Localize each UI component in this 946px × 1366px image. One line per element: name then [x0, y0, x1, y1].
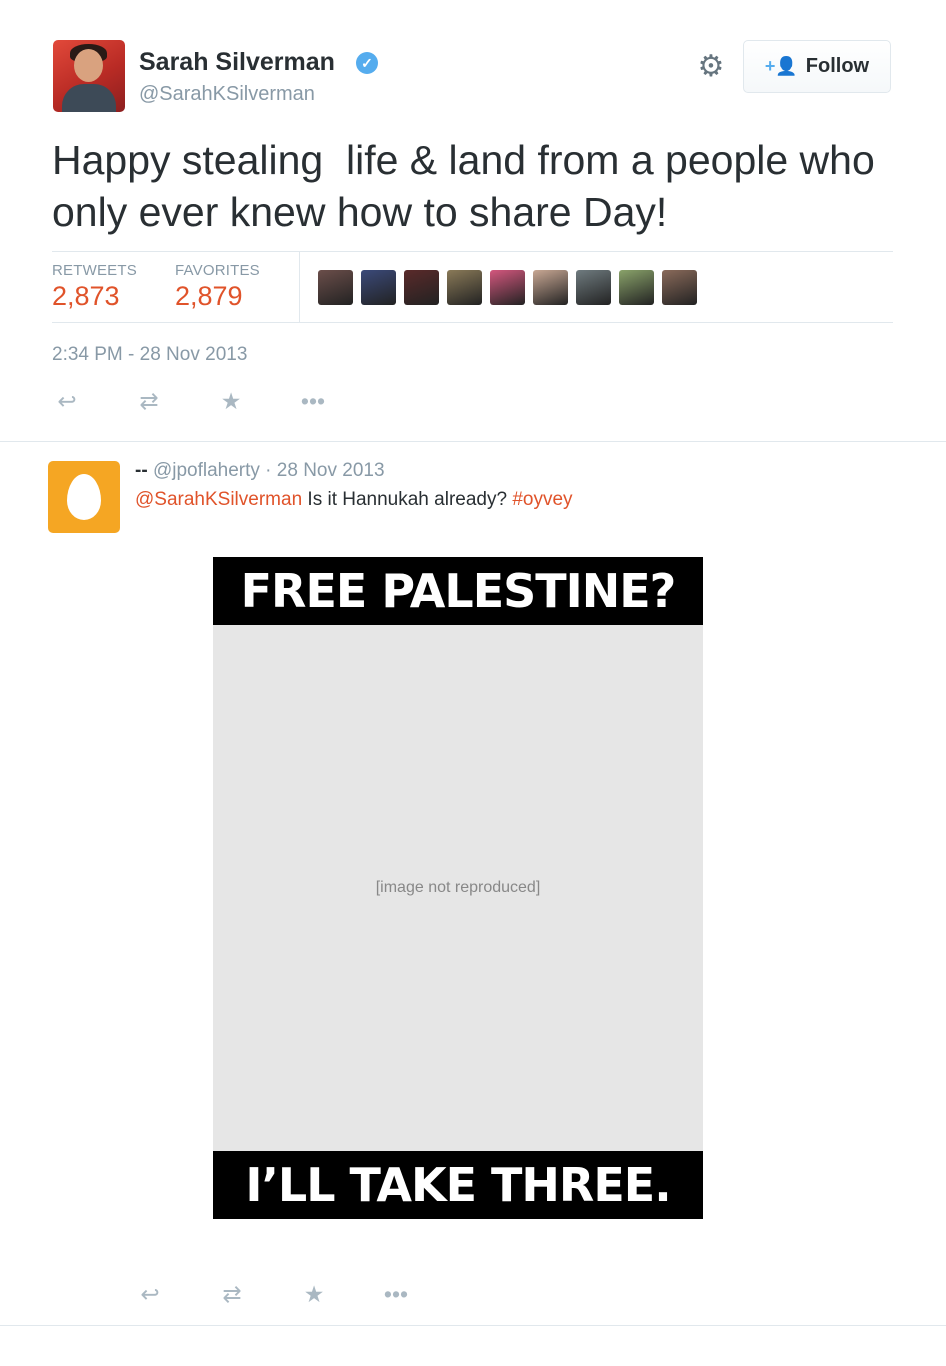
- reply-media[interactable]: FREE PALESTINE? [image not reproduced] I…: [213, 557, 703, 1219]
- verified-badge-icon: ✓: [356, 52, 378, 74]
- avatar-shirt: [62, 84, 116, 112]
- favoriter-avatar[interactable]: [490, 270, 525, 305]
- stats-divider-bottom: [52, 322, 893, 323]
- media-placeholder-label: [image not reproduced]: [375, 879, 541, 896]
- favoriter-avatar[interactable]: [404, 270, 439, 305]
- reply-avatar[interactable]: [48, 461, 120, 533]
- stats-divider-vertical: [299, 252, 300, 322]
- section-divider: [0, 441, 946, 442]
- star-icon[interactable]: ★: [216, 388, 246, 415]
- retweet-icon[interactable]: ⇄: [134, 388, 164, 415]
- reply-text: @SarahKSilverman Is it Hannukah already?…: [135, 489, 573, 511]
- retweets-count[interactable]: 2,873: [52, 281, 120, 312]
- favoriter-avatar[interactable]: [361, 270, 396, 305]
- reply-body: Is it Hannukah already?: [302, 489, 513, 510]
- media-placeholder: [image not reproduced]: [213, 625, 703, 1151]
- retweets-label: RETWEETS: [52, 262, 137, 279]
- egg-icon: [67, 474, 101, 520]
- add-user-icon: +👤: [764, 56, 798, 76]
- tweet-text: Happy stealing life & land from a people…: [52, 137, 887, 235]
- reply-actions: ↩ ⇄ ★ •••: [135, 1281, 411, 1308]
- author-handle[interactable]: @SarahKSilverman: [139, 83, 315, 106]
- gear-icon[interactable]: ⚙: [696, 52, 726, 82]
- reply-icon[interactable]: ↩: [52, 388, 82, 415]
- reply-mention-link[interactable]: @SarahKSilverman: [135, 489, 302, 510]
- media-bottom-caption: I’LL TAKE THREE.: [245, 1158, 671, 1212]
- favorites-count[interactable]: 2,879: [175, 281, 243, 312]
- favoriter-avatar[interactable]: [447, 270, 482, 305]
- author-avatar[interactable]: [53, 40, 125, 112]
- favoriter-avatar[interactable]: [619, 270, 654, 305]
- favoriter-avatar[interactable]: [662, 270, 697, 305]
- bottom-divider: [0, 1325, 946, 1326]
- tweet-actions: ↩ ⇄ ★ •••: [52, 388, 328, 415]
- favoriter-avatar[interactable]: [318, 270, 353, 305]
- reply-icon[interactable]: ↩: [135, 1281, 165, 1308]
- avatar-face: [74, 49, 103, 82]
- author-name[interactable]: Sarah Silverman: [139, 48, 335, 77]
- reply-date[interactable]: 28 Nov 2013: [277, 460, 385, 481]
- reply-separator: ·: [265, 460, 272, 481]
- reply-header: -- @jpoflaherty · 28 Nov 2013: [135, 460, 385, 482]
- more-icon[interactable]: •••: [298, 388, 328, 415]
- tweet-timestamp[interactable]: 2:34 PM - 28 Nov 2013: [52, 344, 247, 366]
- reply-display-name[interactable]: --: [135, 460, 148, 481]
- favorites-label: FAVORITES: [175, 262, 260, 279]
- media-top-caption: FREE PALESTINE?: [240, 564, 677, 618]
- follow-button[interactable]: +👤 Follow: [743, 40, 891, 93]
- reply-handle[interactable]: @jpoflaherty: [153, 460, 260, 481]
- favoriters-list: [318, 270, 697, 305]
- stats-divider-top: [52, 251, 893, 252]
- follow-label: Follow: [805, 55, 870, 77]
- reply-hashtag-link[interactable]: #oyvey: [512, 489, 572, 510]
- more-icon[interactable]: •••: [381, 1281, 411, 1308]
- retweet-icon[interactable]: ⇄: [217, 1281, 247, 1308]
- favoriter-avatar[interactable]: [576, 270, 611, 305]
- favoriter-avatar[interactable]: [533, 270, 568, 305]
- star-icon[interactable]: ★: [299, 1281, 329, 1308]
